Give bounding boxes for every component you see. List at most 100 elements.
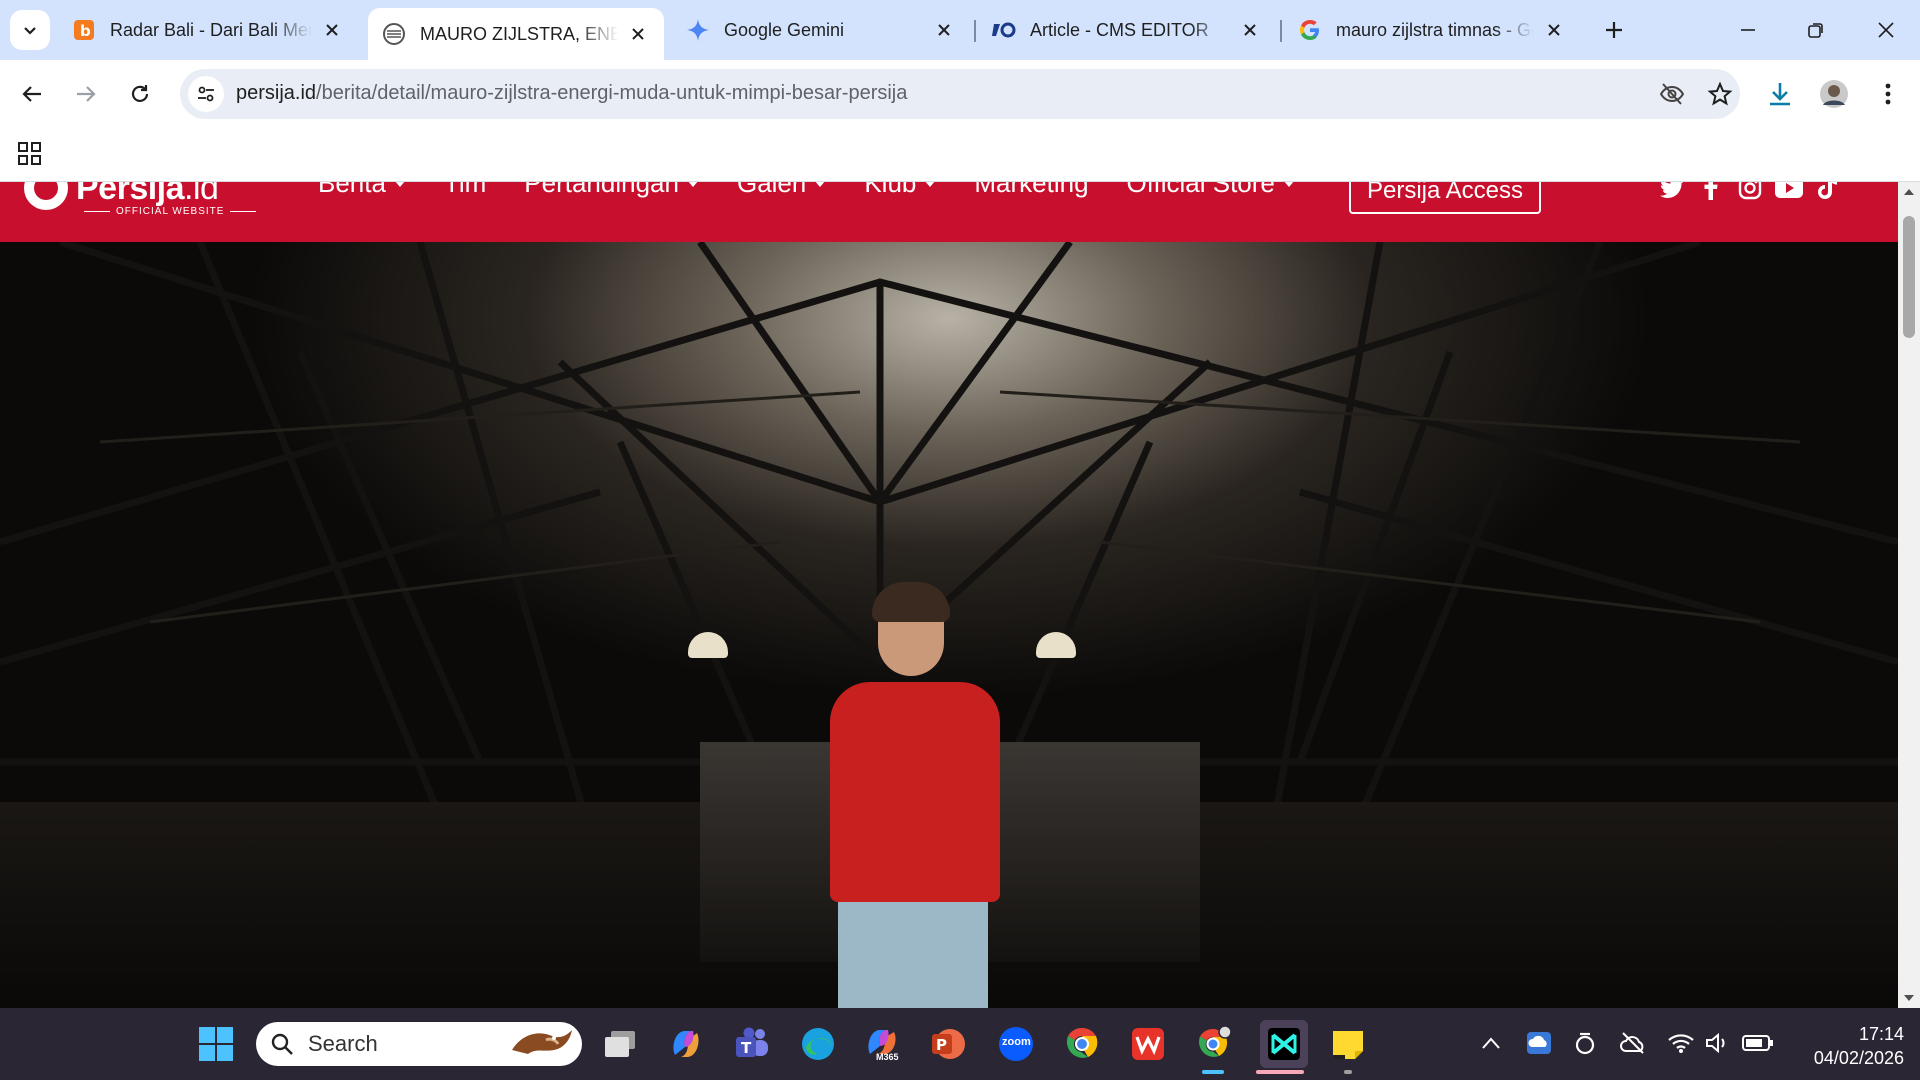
- persija-crest-icon: [24, 182, 68, 210]
- capcut-button[interactable]: [1260, 1020, 1308, 1068]
- profile-avatar[interactable]: [1814, 74, 1854, 114]
- wifi-tray-icon[interactable]: [1666, 1028, 1696, 1058]
- persija-favicon: [382, 22, 406, 46]
- wps-button[interactable]: [1128, 1024, 1168, 1064]
- wps-icon: [1132, 1028, 1164, 1060]
- facebook-icon[interactable]: [1697, 182, 1725, 202]
- nav-pertandingan[interactable]: Pertandingan: [524, 182, 699, 199]
- persija-access-button[interactable]: Persija Access: [1349, 182, 1541, 214]
- tab-persija-article[interactable]: MAURO ZIJLSTRA, ENERGI MUDA UNTUK MIMPI …: [368, 8, 664, 60]
- bookmark-star-button[interactable]: [1706, 80, 1734, 108]
- logo-text: Persija.id: [76, 182, 219, 208]
- nav-tim[interactable]: Tim: [444, 182, 486, 199]
- m365-button[interactable]: M365: [862, 1024, 902, 1064]
- chevron-up-icon: [1482, 1037, 1500, 1049]
- tab-radar-bali[interactable]: b Radar Bali - Dari Bali Menyapa Dunia: [58, 8, 358, 52]
- start-button[interactable]: [196, 1024, 236, 1064]
- scroll-thumb[interactable]: [1903, 216, 1915, 338]
- task-view-button[interactable]: [600, 1024, 640, 1064]
- new-tab-button[interactable]: [1598, 14, 1630, 46]
- tab-google-gemini[interactable]: Google Gemini: [672, 8, 970, 52]
- nav-klub[interactable]: Klub: [864, 182, 937, 199]
- copilot-button[interactable]: [666, 1024, 706, 1064]
- search-label: Search: [308, 1031, 378, 1056]
- apps-shortcut[interactable]: [16, 140, 44, 168]
- back-button[interactable]: [12, 74, 52, 114]
- onedrive-tray-icon[interactable]: [1524, 1028, 1554, 1058]
- chrome-icon: [1066, 1027, 1098, 1058]
- browser-menu-button[interactable]: [1868, 74, 1908, 114]
- bookmarks-bar: [0, 128, 1920, 182]
- close-icon[interactable]: [1542, 18, 1566, 42]
- google-g-icon: [1298, 18, 1322, 42]
- restore-icon: [1808, 23, 1823, 38]
- page-scrollbar[interactable]: [1898, 182, 1920, 1008]
- instagram-icon[interactable]: [1736, 182, 1764, 202]
- taskbar-clock[interactable]: 17:14 04/02/2026: [1784, 1022, 1904, 1070]
- close-icon[interactable]: [626, 22, 650, 46]
- forward-button[interactable]: [66, 74, 106, 114]
- nav-marketing[interactable]: Marketing: [974, 182, 1088, 199]
- teams-button[interactable]: T: [732, 1024, 772, 1064]
- cloud-offline-tray-icon[interactable]: [1618, 1028, 1648, 1058]
- more-vert-icon: [1885, 83, 1891, 105]
- tab-title: mauro zijlstra timnas - Google Search: [1336, 19, 1534, 40]
- tiktok-icon[interactable]: [1814, 182, 1842, 202]
- tracking-protection-button[interactable]: [1658, 80, 1686, 108]
- arrow-left-icon: [22, 86, 41, 102]
- chrome-button[interactable]: [1062, 1024, 1102, 1064]
- twitter-icon[interactable]: [1658, 182, 1686, 202]
- edge-button[interactable]: [798, 1024, 838, 1064]
- plus-icon: [1606, 22, 1622, 38]
- svg-text:P: P: [936, 1036, 947, 1054]
- cloud-off-icon: [1620, 1032, 1644, 1054]
- volume-tray-icon[interactable]: [1702, 1028, 1732, 1058]
- webcam-tray-icon[interactable]: [1570, 1028, 1600, 1058]
- eye-off-icon: [1659, 83, 1685, 105]
- teams-icon: T: [736, 1027, 768, 1057]
- zoom-button[interactable]: zoom: [996, 1024, 1036, 1064]
- tab-separator: [1280, 20, 1282, 42]
- svg-text:T: T: [741, 1039, 752, 1057]
- scroll-down-arrow-icon[interactable]: [1903, 992, 1915, 1004]
- scroll-up-arrow-icon[interactable]: [1903, 186, 1915, 198]
- powerpoint-button[interactable]: P: [928, 1024, 968, 1064]
- clock-time: 17:14: [1858, 1024, 1904, 1044]
- svg-text:b: b: [80, 22, 91, 40]
- m365-label: M365: [876, 1052, 899, 1062]
- battery-tray-icon[interactable]: [1740, 1028, 1776, 1058]
- site-nav: Berita Tim Pertandingan Galeri Klub Mark…: [318, 182, 1333, 199]
- tab-cms-editor[interactable]: Article - CMS EDITOR: [978, 8, 1276, 52]
- tab-title: Article - CMS EDITOR: [1030, 19, 1209, 40]
- downloads-button[interactable]: [1760, 74, 1800, 114]
- tab-search-button[interactable]: [10, 10, 50, 50]
- reload-button[interactable]: [120, 74, 160, 114]
- minimize-button[interactable]: [1728, 12, 1768, 48]
- close-icon[interactable]: [320, 18, 344, 42]
- youtube-icon[interactable]: [1775, 182, 1803, 202]
- chrome-profile-button[interactable]: [1194, 1024, 1234, 1064]
- windows-logo-icon: [199, 1027, 233, 1061]
- close-window-button[interactable]: [1866, 12, 1906, 48]
- tab-google-search[interactable]: mauro zijlstra timnas - Google Search: [1284, 8, 1580, 52]
- nav-official-store[interactable]: Official Store: [1127, 182, 1295, 199]
- battery-icon: [1742, 1035, 1773, 1051]
- close-icon[interactable]: [932, 18, 956, 42]
- show-hidden-icons-button[interactable]: [1476, 1028, 1506, 1058]
- address-bar[interactable]: persija.id/berita/detail/mauro-zijlstra-…: [180, 69, 1740, 119]
- taskbar-search-box[interactable]: Search: [256, 1022, 582, 1066]
- restore-button[interactable]: [1796, 12, 1836, 48]
- tune-icon: [198, 86, 214, 102]
- site-info-button[interactable]: [188, 76, 224, 112]
- sticky-notes-button[interactable]: [1328, 1024, 1368, 1064]
- gemini-sparkle-icon: [686, 18, 710, 42]
- nav-label: Klub: [864, 182, 917, 198]
- url-text[interactable]: persija.id/berita/detail/mauro-zijlstra-…: [236, 82, 907, 105]
- social-links: [1658, 182, 1853, 202]
- tab-separator: [974, 20, 976, 42]
- cms-favicon: [992, 18, 1016, 42]
- close-icon[interactable]: [1238, 18, 1262, 42]
- arrow-right-icon: [77, 86, 96, 102]
- nav-galeri[interactable]: Galeri: [737, 182, 827, 199]
- nav-berita[interactable]: Berita: [318, 182, 406, 199]
